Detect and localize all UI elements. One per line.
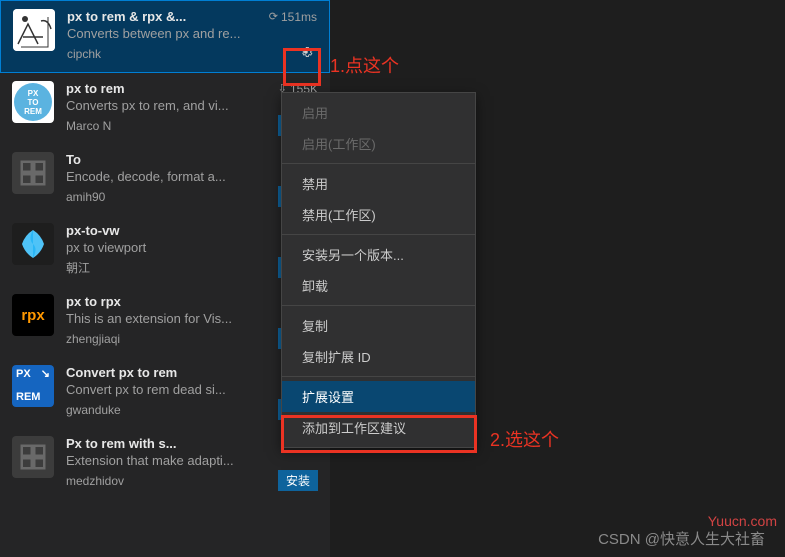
- extension-author: amih90: [66, 190, 105, 204]
- menu-separator: [282, 376, 475, 377]
- menu-item: 启用(工作区): [282, 128, 475, 159]
- extension-title: To: [66, 152, 285, 167]
- menu-item[interactable]: 卸载: [282, 270, 475, 301]
- extension-title: px-to-vw: [66, 223, 278, 238]
- svg-text:TO: TO: [28, 98, 39, 107]
- menu-item[interactable]: 添加到工作区建议: [282, 412, 475, 443]
- extension-icon: [12, 436, 54, 478]
- extension-title: px to rem & rpx &...: [67, 9, 263, 24]
- extension-author: zhengjiaqi: [66, 332, 120, 346]
- menu-item[interactable]: 扩展设置: [282, 381, 475, 412]
- menu-item[interactable]: 安装另一个版本...: [282, 239, 475, 270]
- extension-info: px to rem & rpx &... ⟳ 151ms Converts be…: [67, 9, 317, 64]
- extension-description: Extension that make adapti...: [66, 453, 318, 468]
- annotation-text-2: 2.选这个: [490, 426, 559, 452]
- brand-watermark: Yuucn.com: [708, 513, 777, 529]
- menu-separator: [282, 163, 475, 164]
- clock-icon: ⟳: [269, 10, 278, 23]
- menu-item[interactable]: 禁用(工作区): [282, 199, 475, 230]
- install-button[interactable]: 安装: [278, 470, 318, 491]
- extension-icon: [12, 223, 54, 265]
- extension-meta: ⟳ 151ms: [269, 10, 317, 24]
- annotation-box-1: [283, 48, 321, 86]
- svg-text:PX: PX: [28, 89, 39, 98]
- menu-separator: [282, 305, 475, 306]
- menu-item: 启用: [282, 97, 475, 128]
- extension-author: Marco N: [66, 119, 111, 133]
- extension-author: cipchk: [67, 47, 101, 61]
- extension-icon: rpx: [12, 294, 54, 336]
- extension-item[interactable]: px to rem & rpx &... ⟳ 151ms Converts be…: [0, 0, 330, 73]
- extension-icon: PX↘REM: [12, 365, 54, 407]
- extension-author: 朝江: [66, 259, 90, 276]
- context-menu: 启用启用(工作区) 禁用禁用(工作区) 安装另一个版本...卸载复制复制扩展 ID 扩…: [281, 92, 476, 448]
- menu-item[interactable]: 复制扩展 ID: [282, 341, 475, 372]
- extension-icon: PXTOREM: [12, 81, 54, 123]
- extension-author: gwanduke: [66, 403, 121, 417]
- extension-icon: [12, 152, 54, 194]
- csdn-watermark: CSDN @快意人生大社畜: [598, 528, 765, 549]
- menu-item[interactable]: 禁用: [282, 168, 475, 199]
- menu-separator: [282, 234, 475, 235]
- extension-title: px to rem: [66, 81, 272, 96]
- menu-item[interactable]: 复制: [282, 310, 475, 341]
- svg-text:REM: REM: [24, 107, 42, 116]
- extension-description: Converts between px and re...: [67, 26, 317, 41]
- extension-icon: [13, 9, 55, 51]
- extension-title: px to rpx: [66, 294, 278, 309]
- annotation-text-1: 1.点这个: [330, 52, 399, 78]
- extension-title: Px to rem with s...: [66, 436, 285, 451]
- extension-title: Convert px to rem: [66, 365, 303, 380]
- extension-author: medzhidov: [66, 474, 124, 488]
